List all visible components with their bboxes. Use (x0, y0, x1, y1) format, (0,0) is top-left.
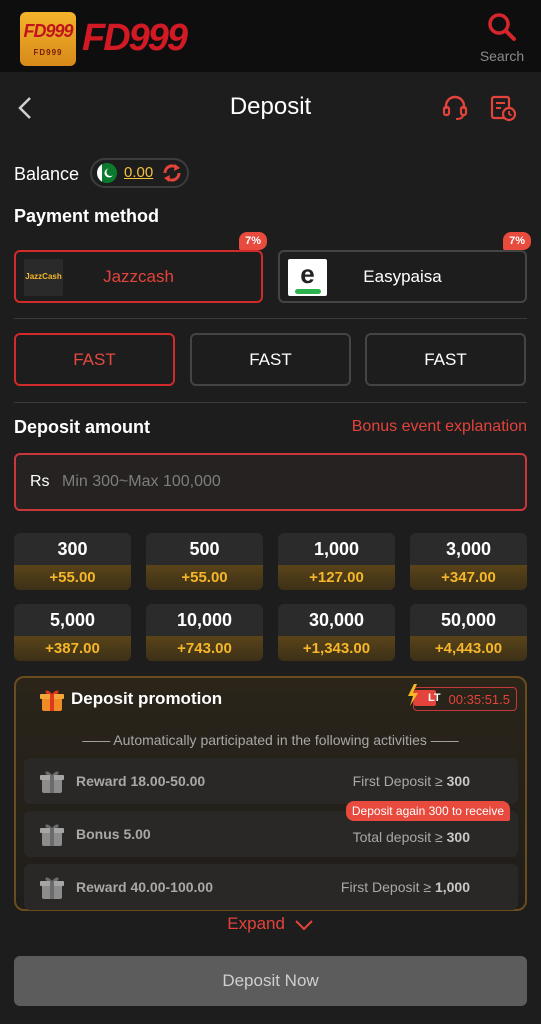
channel-option-1[interactable]: FAST (14, 333, 175, 386)
logo-badge-text: FD999 (23, 21, 73, 41)
bonus-event-explanation-link[interactable]: Bonus event explanation (352, 418, 527, 436)
pakistan-flag-icon (97, 163, 117, 183)
deposit-promotion-panel: Deposit promotion LT 00:35:51.5 —— Autom… (14, 676, 527, 911)
activity-tag: Deposit again 300 to receive (345, 801, 510, 821)
chip-amount: 300 (57, 539, 88, 559)
expand-button[interactable]: Expand (0, 914, 541, 934)
amount-chip-50000[interactable]: 50,000 +4,443.00 (410, 604, 527, 661)
promotion-subtitle: —— Automatically participated in the fol… (82, 732, 459, 748)
condition-text: First Deposit ≥ (340, 879, 435, 895)
chip-amount: 3,000 (445, 539, 492, 559)
payment-option-jazzcash[interactable]: JazzCash Jazzcash 7% (14, 232, 267, 303)
chip-amount: 500 (189, 539, 220, 559)
activity-row[interactable]: Reward 18.00-50.00 First Deposit ≥ 300 (24, 758, 518, 804)
expand-label: Expand (227, 914, 285, 933)
chip-amount: 1,000 (313, 539, 360, 559)
condition-value: 300 (446, 773, 470, 789)
chip-bonus: +55.00 (14, 565, 131, 590)
activity-name: Bonus 5.00 (76, 826, 151, 842)
refresh-icon[interactable] (161, 162, 183, 184)
activity-condition: First Deposit ≥ 1,000 (341, 879, 470, 895)
activity-row[interactable]: Bonus 5.00 Total deposit ≥ 300 Deposit a… (24, 801, 518, 857)
payment-option-easypaisa[interactable]: e Easypaisa 7% (278, 232, 531, 303)
amount-chip-5000[interactable]: 5,000 +387.00 (14, 604, 131, 661)
deposit-amount-label: Deposit amount (14, 417, 151, 437)
payment-option-name: Jazzcash (103, 267, 174, 286)
gift-icon (40, 824, 64, 846)
gift-icon (40, 771, 64, 793)
brand-logo-text: FD999 (82, 17, 188, 59)
activity-condition: First Deposit ≥ 300 (353, 773, 470, 789)
gift-icon (40, 877, 64, 899)
chevron-down-icon (294, 919, 313, 930)
amount-input-field: Rs (14, 453, 527, 511)
activity-condition: Total deposit ≥ 300 (353, 829, 470, 845)
chip-bonus: +127.00 (278, 565, 395, 590)
top-bar: FD999 FD999 FD999 Search (0, 0, 541, 72)
amount-chip-1000[interactable]: 1,000 +127.00 (278, 533, 395, 590)
amount-chip-10000[interactable]: 10,000 +743.00 (146, 604, 263, 661)
chip-bonus: +55.00 (146, 565, 263, 590)
search-button[interactable]: Search (477, 12, 527, 64)
channel-option-3[interactable]: FAST (365, 333, 526, 386)
chip-bonus: +743.00 (146, 636, 263, 661)
page-header: Deposit (0, 78, 541, 138)
balance-label: Balance (14, 164, 80, 184)
divider (14, 318, 527, 319)
search-label: Search (479, 48, 525, 64)
balance-value: 0.00 (124, 164, 154, 181)
condition-text: First Deposit ≥ (352, 773, 447, 789)
condition-value: 300 (446, 829, 470, 845)
brand-logo-badge[interactable]: FD999 FD999 (20, 12, 76, 66)
amount-chip-3000[interactable]: 3,000 +347.00 (410, 533, 527, 590)
balance-pill: 0.00 (90, 158, 189, 188)
deposit-history-icon[interactable] (489, 94, 517, 122)
chip-bonus: +1,343.00 (278, 636, 395, 661)
chip-amount: 50,000 (440, 610, 497, 630)
divider (14, 402, 527, 403)
condition-text: Total deposit ≥ (352, 829, 447, 845)
easypaisa-logo-swoosh (294, 289, 321, 294)
countdown-timer: 00:35:51.5 (448, 692, 510, 707)
logo-badge-subtext: FD999 (33, 48, 63, 57)
search-icon (488, 13, 516, 41)
channel-option-2[interactable]: FAST (190, 333, 351, 386)
amount-chip-30000[interactable]: 30,000 +1,343.00 (278, 604, 395, 661)
rate-badge: 7% (503, 232, 531, 250)
activity-name: Reward 18.00-50.00 (76, 773, 206, 789)
activity-name: Reward 40.00-100.00 (76, 879, 213, 895)
payment-option-name: Easypaisa (363, 267, 442, 286)
amount-input[interactable] (62, 469, 502, 495)
promotion-title: Deposit promotion (71, 689, 223, 708)
chip-amount: 30,000 (308, 610, 365, 630)
chip-bonus: +4,443.00 (410, 636, 527, 661)
chip-bonus: +387.00 (14, 636, 131, 661)
payment-method-label: Payment method (14, 206, 160, 226)
gift-icon (40, 690, 64, 711)
condition-value: 1,000 (434, 879, 470, 895)
currency-label: Rs (30, 473, 50, 490)
rate-badge: 7% (239, 232, 267, 250)
amount-chip-500[interactable]: 500 +55.00 (146, 533, 263, 590)
customer-support-icon[interactable] (441, 94, 469, 122)
deposit-now-button[interactable]: Deposit Now (14, 956, 527, 1006)
limited-time-timer: LT 00:35:51.5 (408, 684, 517, 711)
chip-amount: 5,000 (49, 610, 96, 630)
activity-row[interactable]: Reward 40.00-100.00 First Deposit ≥ 1,00… (24, 864, 518, 910)
chip-bonus: +347.00 (410, 565, 527, 590)
lt-label: LT (428, 692, 441, 704)
chip-amount: 10,000 (176, 610, 233, 630)
amount-chip-300[interactable]: 300 +55.00 (14, 533, 131, 590)
